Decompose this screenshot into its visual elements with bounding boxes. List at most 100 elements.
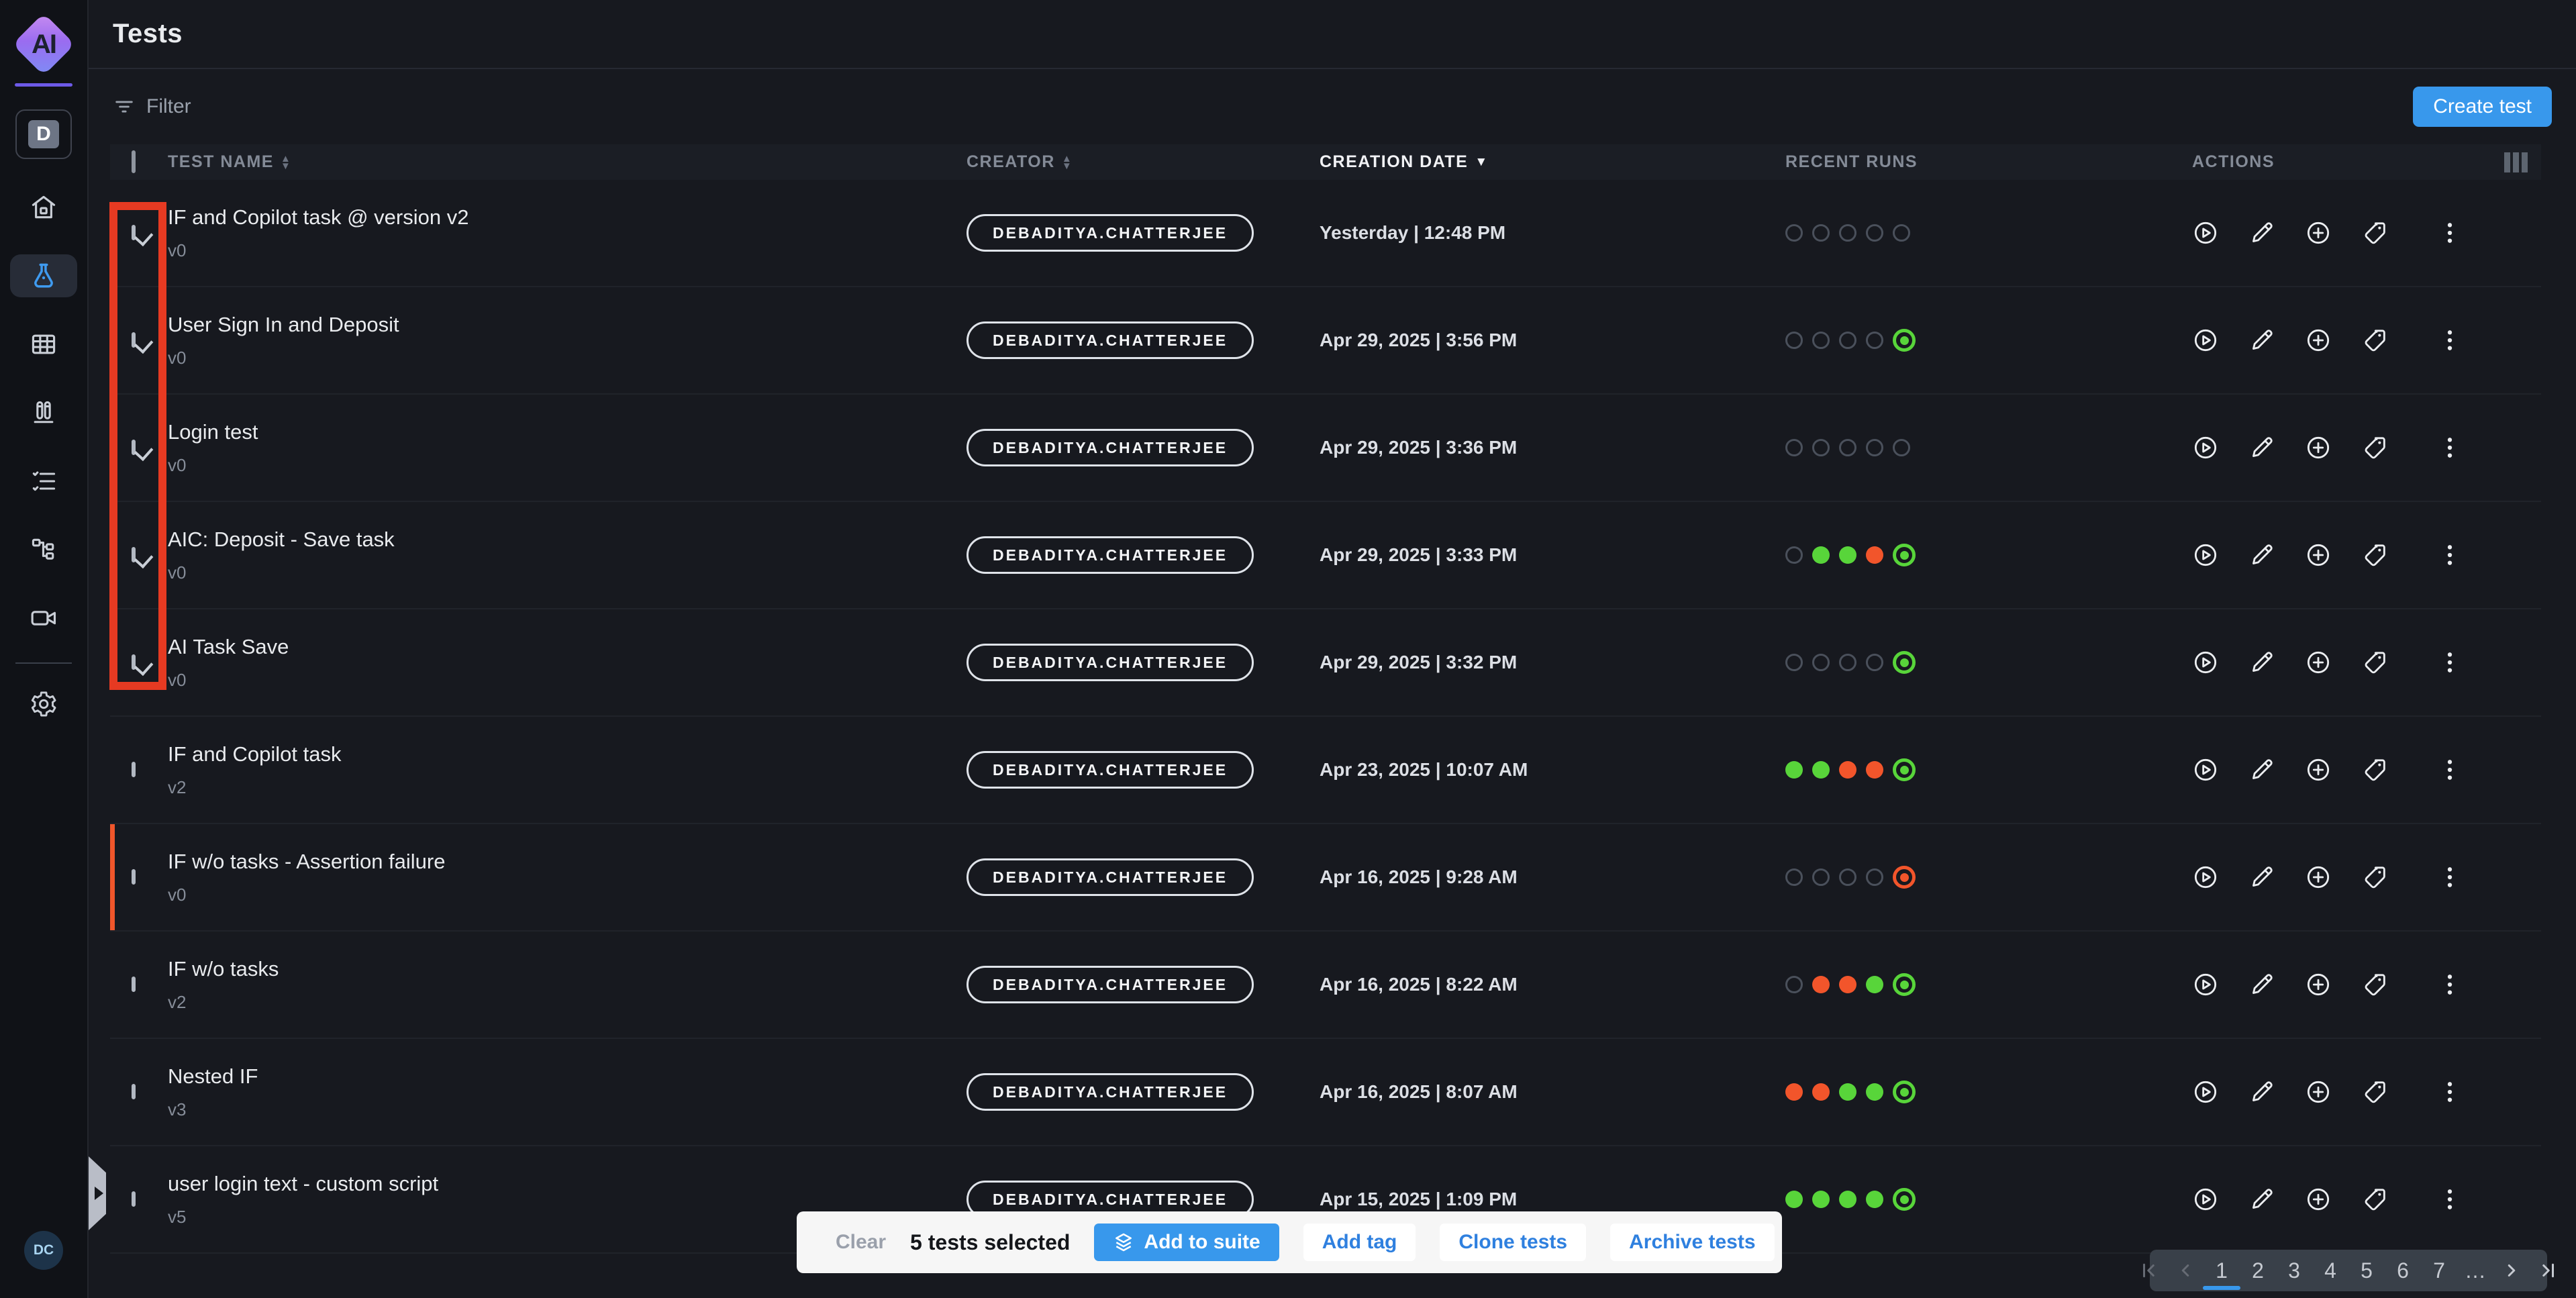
add-to-suite-button[interactable]: Add to suite: [1094, 1224, 1279, 1261]
sidebar-item-test-tubes[interactable]: [10, 391, 77, 434]
sidebar-item-home[interactable]: [10, 186, 77, 229]
test-name[interactable]: Nested IF: [168, 1064, 967, 1089]
table-row[interactable]: IF w/o tasks - Assertion failurev0DEBADI…: [110, 824, 2541, 932]
row-checkbox[interactable]: [132, 332, 136, 348]
table-row[interactable]: Login testv0DEBADITYA.CHATTERJEEApr 29, …: [110, 395, 2541, 502]
play-circle-icon[interactable]: [2192, 1079, 2219, 1105]
column-header-creator[interactable]: CREATOR ▲▼: [967, 152, 1320, 172]
test-name[interactable]: IF and Copilot task: [168, 742, 967, 766]
edit-pencil-icon[interactable]: [2248, 864, 2275, 891]
edit-pencil-icon[interactable]: [2248, 327, 2275, 354]
tag-icon[interactable]: [2361, 434, 2388, 461]
edit-pencil-icon[interactable]: [2248, 434, 2275, 461]
add-circle-icon[interactable]: [2305, 971, 2332, 998]
tag-icon[interactable]: [2361, 864, 2388, 891]
table-row[interactable]: User Sign In and Depositv0DEBADITYA.CHAT…: [110, 287, 2541, 395]
play-circle-icon[interactable]: [2192, 542, 2219, 568]
tag-icon[interactable]: [2361, 756, 2388, 783]
add-circle-icon[interactable]: [2305, 1186, 2332, 1213]
page-number-button[interactable]: 7: [2426, 1250, 2453, 1291]
row-checkbox[interactable]: [132, 547, 136, 562]
sidebar-item-data-grid[interactable]: [10, 323, 77, 366]
edit-pencil-icon[interactable]: [2248, 756, 2275, 783]
sidebar-item-checklist[interactable]: [10, 460, 77, 503]
page-number-button[interactable]: 2: [2244, 1250, 2271, 1291]
edit-pencil-icon[interactable]: [2248, 1079, 2275, 1105]
page-number-button[interactable]: 5: [2353, 1250, 2380, 1291]
prev-page-button[interactable]: [2172, 1250, 2199, 1291]
row-checkbox[interactable]: [132, 869, 136, 885]
sidebar-item-workflow-tree[interactable]: [10, 528, 77, 571]
tag-icon[interactable]: [2361, 649, 2388, 676]
kebab-menu-icon[interactable]: [2436, 434, 2463, 461]
page-number-button[interactable]: 3: [2281, 1250, 2308, 1291]
add-tag-button[interactable]: Add tag: [1303, 1224, 1416, 1261]
add-circle-icon[interactable]: [2305, 434, 2332, 461]
add-circle-icon[interactable]: [2305, 649, 2332, 676]
clear-selection-button[interactable]: Clear: [836, 1231, 886, 1254]
first-page-button[interactable]: [2136, 1250, 2163, 1291]
play-circle-icon[interactable]: [2192, 434, 2219, 461]
play-circle-icon[interactable]: [2192, 756, 2219, 783]
last-page-button[interactable]: [2534, 1250, 2561, 1291]
test-name[interactable]: IF and Copilot task @ version v2: [168, 205, 967, 230]
column-header-creation-date[interactable]: CREATION DATE ▼: [1320, 152, 1785, 172]
row-checkbox[interactable]: [132, 440, 136, 455]
kebab-menu-icon[interactable]: [2436, 327, 2463, 354]
sidebar-item-recordings[interactable]: [10, 597, 77, 640]
test-name[interactable]: user login text - custom script: [168, 1172, 967, 1196]
add-circle-icon[interactable]: [2305, 542, 2332, 568]
test-name[interactable]: Login test: [168, 420, 967, 444]
row-checkbox[interactable]: [132, 762, 136, 777]
test-name[interactable]: User Sign In and Deposit: [168, 313, 967, 337]
row-checkbox[interactable]: [132, 1191, 136, 1207]
archive-tests-button[interactable]: Archive tests: [1610, 1224, 1774, 1261]
tag-icon[interactable]: [2361, 542, 2388, 568]
row-checkbox[interactable]: [132, 225, 136, 240]
play-circle-icon[interactable]: [2192, 649, 2219, 676]
play-circle-icon[interactable]: [2192, 1186, 2219, 1213]
page-number-button[interactable]: 4: [2317, 1250, 2344, 1291]
user-avatar[interactable]: DC: [24, 1231, 63, 1270]
table-row[interactable]: IF w/o tasksv2DEBADITYA.CHATTERJEEApr 16…: [110, 932, 2541, 1039]
edit-pencil-icon[interactable]: [2248, 219, 2275, 246]
column-header-test-name[interactable]: TEST NAME ▲▼: [168, 152, 967, 172]
kebab-menu-icon[interactable]: [2436, 971, 2463, 998]
play-circle-icon[interactable]: [2192, 327, 2219, 354]
row-checkbox[interactable]: [132, 977, 136, 992]
add-circle-icon[interactable]: [2305, 219, 2332, 246]
workspace-avatar[interactable]: D: [15, 109, 72, 159]
app-logo[interactable]: AI: [11, 12, 76, 77]
table-row[interactable]: IF and Copilot task @ version v2v0DEBADI…: [110, 180, 2541, 287]
edit-pencil-icon[interactable]: [2248, 971, 2275, 998]
play-circle-icon[interactable]: [2192, 971, 2219, 998]
kebab-menu-icon[interactable]: [2436, 1079, 2463, 1105]
table-row[interactable]: Nested IFv3DEBADITYA.CHATTERJEEApr 16, 2…: [110, 1039, 2541, 1146]
test-name[interactable]: AIC: Deposit - Save task: [168, 528, 967, 552]
tag-icon[interactable]: [2361, 327, 2388, 354]
column-settings-icon[interactable]: [2504, 152, 2528, 172]
edit-pencil-icon[interactable]: [2248, 542, 2275, 568]
test-name[interactable]: AI Task Save: [168, 635, 967, 659]
sidebar-item-settings[interactable]: [10, 683, 77, 726]
add-circle-icon[interactable]: [2305, 864, 2332, 891]
test-name[interactable]: IF w/o tasks: [168, 957, 967, 981]
kebab-menu-icon[interactable]: [2436, 219, 2463, 246]
page-number-button[interactable]: 6: [2389, 1250, 2416, 1291]
sidebar-item-tests[interactable]: [10, 254, 77, 297]
kebab-menu-icon[interactable]: [2436, 1186, 2463, 1213]
kebab-menu-icon[interactable]: [2436, 542, 2463, 568]
select-all-checkbox[interactable]: [132, 150, 136, 173]
play-circle-icon[interactable]: [2192, 864, 2219, 891]
table-row[interactable]: IF and Copilot taskv2DEBADITYA.CHATTERJE…: [110, 717, 2541, 824]
add-circle-icon[interactable]: [2305, 327, 2332, 354]
play-circle-icon[interactable]: [2192, 219, 2219, 246]
test-name[interactable]: IF w/o tasks - Assertion failure: [168, 850, 967, 874]
next-page-button[interactable]: [2498, 1250, 2525, 1291]
tag-icon[interactable]: [2361, 971, 2388, 998]
row-checkbox[interactable]: [132, 654, 136, 670]
clone-tests-button[interactable]: Clone tests: [1440, 1224, 1586, 1261]
table-row[interactable]: AI Task Savev0DEBADITYA.CHATTERJEEApr 29…: [110, 609, 2541, 717]
add-circle-icon[interactable]: [2305, 756, 2332, 783]
tag-icon[interactable]: [2361, 1186, 2388, 1213]
